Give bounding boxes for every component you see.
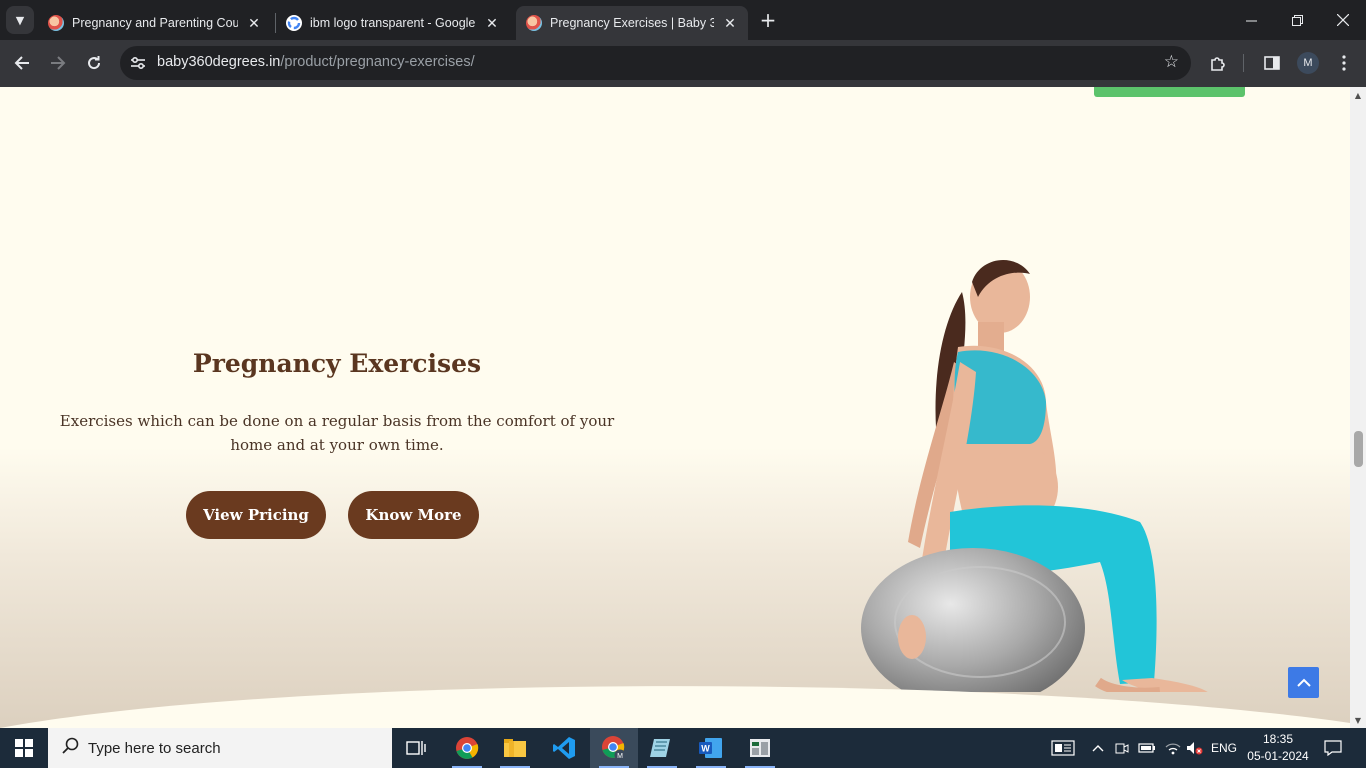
close-icon bbox=[1337, 14, 1349, 26]
word-icon: W bbox=[699, 738, 722, 758]
scroll-up-arrow-icon[interactable]: ▲ bbox=[1350, 87, 1366, 103]
forward-button[interactable] bbox=[45, 50, 71, 76]
chevron-up-icon bbox=[1296, 678, 1311, 687]
tab-search-button[interactable]: ▼ bbox=[6, 6, 34, 34]
page-viewport: Pregnancy Exercises Exercises which can … bbox=[0, 87, 1350, 728]
spreadsheet-icon bbox=[750, 739, 770, 757]
tab-title: ibm logo transparent - Google bbox=[310, 16, 476, 30]
url-path: /product/pregnancy-exercises/ bbox=[280, 54, 475, 70]
minimize-icon bbox=[1245, 20, 1257, 21]
taskbar-notepad[interactable] bbox=[638, 728, 686, 768]
know-more-button[interactable]: Know More bbox=[348, 491, 479, 539]
taskbar-chrome-profile[interactable]: M bbox=[590, 728, 638, 768]
page-description: Exercises which can be done on a regular… bbox=[59, 412, 615, 454]
arrow-left-icon bbox=[14, 56, 29, 70]
taskbar-word[interactable]: W bbox=[687, 728, 735, 768]
show-hidden-icons-chevron-icon[interactable] bbox=[1088, 728, 1108, 768]
taskbar-spreadsheet-app[interactable] bbox=[736, 728, 784, 768]
address-bar[interactable]: baby360degrees.in/product/pregnancy-exer… bbox=[120, 46, 1191, 80]
reload-button[interactable] bbox=[81, 50, 107, 76]
search-placeholder: Type here to search bbox=[88, 739, 221, 757]
scrollbar-thumb[interactable] bbox=[1354, 431, 1363, 467]
site-favicon-icon bbox=[526, 15, 542, 31]
windows-logo-icon bbox=[15, 739, 33, 757]
page-scrollbar[interactable]: ▲ ▼ bbox=[1350, 87, 1366, 728]
notification-center-icon[interactable] bbox=[1320, 728, 1346, 768]
vscode-icon bbox=[553, 737, 575, 759]
tab-title: Pregnancy Exercises | Baby 360 bbox=[550, 16, 714, 30]
pregnant-woman-exercise-ball-image bbox=[861, 260, 1208, 692]
start-button[interactable] bbox=[0, 728, 48, 768]
meet-now-icon[interactable] bbox=[1112, 728, 1132, 768]
task-view-icon bbox=[406, 741, 426, 755]
notepad-icon bbox=[650, 739, 670, 757]
tab-pregnancy-parenting[interactable]: Pregnancy and Parenting Cours ✕ bbox=[38, 6, 272, 40]
clock-date: 05-01-2024 bbox=[1247, 749, 1309, 763]
scroll-to-top-button[interactable] bbox=[1288, 667, 1319, 698]
news-widget-icon[interactable] bbox=[1046, 728, 1080, 768]
windows-taskbar: Type here to search M W ENG 18:35 05-01-… bbox=[0, 728, 1366, 768]
battery-icon[interactable] bbox=[1136, 728, 1158, 768]
back-button[interactable] bbox=[9, 50, 35, 76]
google-icon bbox=[286, 15, 302, 31]
arrow-right-icon bbox=[51, 56, 66, 70]
tab-pregnancy-exercises[interactable]: Pregnancy Exercises | Baby 360 ✕ bbox=[516, 6, 748, 40]
bookmark-star-icon[interactable]: ☆ bbox=[1164, 52, 1179, 72]
taskbar-vscode[interactable] bbox=[540, 728, 588, 768]
browser-toolbar: baby360degrees.in/product/pregnancy-exer… bbox=[0, 40, 1366, 87]
site-info-icon[interactable] bbox=[128, 53, 148, 73]
reload-icon bbox=[88, 56, 101, 70]
toolbar-divider bbox=[1243, 54, 1244, 72]
close-icon[interactable]: ✕ bbox=[246, 15, 262, 32]
taskbar-file-explorer[interactable] bbox=[491, 728, 539, 768]
search-icon bbox=[62, 737, 84, 759]
folder-icon bbox=[504, 739, 526, 757]
wifi-icon[interactable] bbox=[1162, 728, 1184, 768]
close-icon[interactable]: ✕ bbox=[722, 15, 738, 32]
svg-text:M: M bbox=[617, 753, 623, 760]
input-language-indicator[interactable]: ENG bbox=[1208, 728, 1240, 768]
tab-ibm-logo-search[interactable]: ibm logo transparent - Google ✕ bbox=[276, 6, 510, 40]
url-host: baby360degrees.in bbox=[157, 54, 281, 70]
task-view-button[interactable] bbox=[392, 728, 440, 768]
chevron-down-icon: ▼ bbox=[15, 13, 25, 27]
svg-text:W: W bbox=[701, 744, 710, 754]
site-favicon-icon bbox=[48, 15, 64, 31]
page-title: Pregnancy Exercises bbox=[192, 349, 482, 378]
clock-time: 18:35 bbox=[1262, 732, 1294, 746]
tab-strip: ▼ Pregnancy and Parenting Cours ✕ ibm lo… bbox=[0, 0, 1366, 40]
chrome-profile-icon: M bbox=[602, 736, 626, 761]
url-text: baby360degrees.in/product/pregnancy-exer… bbox=[157, 54, 475, 70]
close-icon[interactable]: ✕ bbox=[484, 15, 500, 32]
extensions-puzzle-icon[interactable] bbox=[1206, 51, 1230, 75]
new-tab-button[interactable]: + bbox=[758, 10, 778, 30]
system-clock[interactable]: 18:35 05-01-2024 bbox=[1240, 731, 1316, 765]
minimize-button[interactable] bbox=[1228, 0, 1274, 40]
tab-title: Pregnancy and Parenting Cours bbox=[72, 16, 238, 30]
more-menu-icon[interactable] bbox=[1332, 51, 1356, 75]
scroll-down-arrow-icon[interactable]: ▼ bbox=[1350, 712, 1366, 728]
volume-muted-icon[interactable] bbox=[1184, 728, 1206, 768]
taskbar-search-box[interactable]: Type here to search bbox=[48, 728, 392, 768]
side-panel-icon[interactable] bbox=[1260, 51, 1284, 75]
taskbar-chrome[interactable] bbox=[443, 728, 491, 768]
header-cta-button-edge[interactable] bbox=[1094, 87, 1245, 97]
section-wave-divider bbox=[0, 686, 1350, 728]
profile-avatar[interactable]: M bbox=[1297, 52, 1319, 74]
close-window-button[interactable] bbox=[1320, 0, 1366, 40]
restore-button[interactable] bbox=[1274, 0, 1320, 40]
chrome-icon bbox=[456, 737, 479, 759]
restore-icon bbox=[1291, 14, 1303, 26]
view-pricing-button[interactable]: View Pricing bbox=[186, 491, 326, 539]
